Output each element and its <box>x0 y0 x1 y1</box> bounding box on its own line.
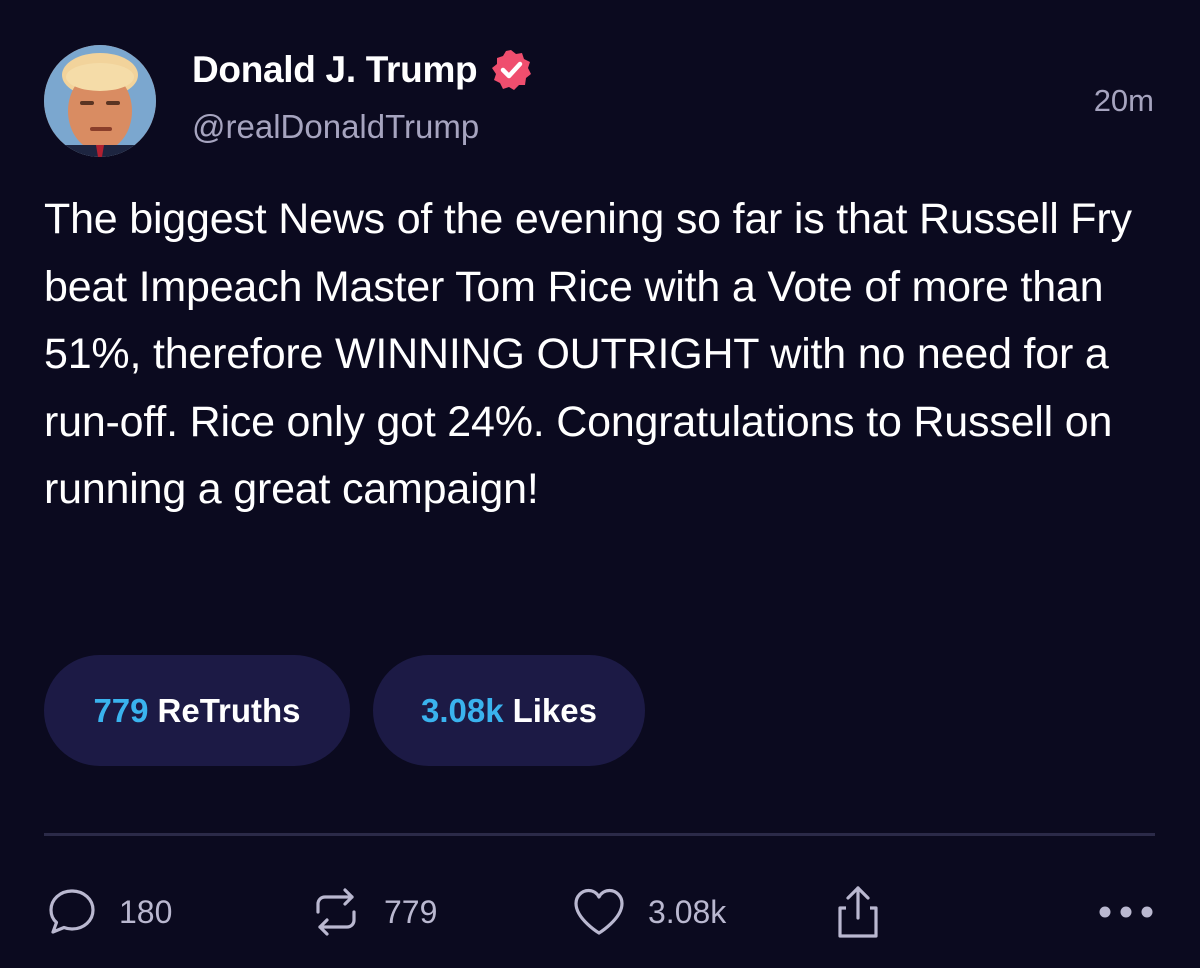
more-button[interactable] <box>1096 880 1156 944</box>
like-count: 3.08k <box>648 893 727 930</box>
retruth-icon <box>310 886 362 938</box>
retruths-count: 779 <box>93 691 149 729</box>
divider <box>44 833 1155 836</box>
reply-count: 180 <box>119 893 173 930</box>
likes-label: Likes <box>512 691 597 729</box>
retruths-stat-button[interactable]: 779 ReTruths <box>44 655 350 766</box>
display-name-text[interactable]: Donald J. Trump <box>192 49 478 91</box>
like-button[interactable]: 3.08k <box>572 880 726 944</box>
retruths-label: ReTruths <box>157 691 301 729</box>
share-icon <box>834 884 882 940</box>
verified-badge-icon <box>489 48 533 92</box>
post-text: The biggest News of the evening so far i… <box>44 195 1132 513</box>
reply-button[interactable]: 180 <box>47 880 172 944</box>
post-timestamp[interactable]: 20m <box>1094 83 1154 119</box>
heart-icon <box>572 887 626 937</box>
more-icon <box>1096 902 1156 922</box>
user-handle[interactable]: @realDonaldTrump <box>192 108 479 146</box>
likes-count: 3.08k <box>421 691 504 729</box>
share-button[interactable] <box>834 880 882 944</box>
reply-icon <box>47 887 97 937</box>
retruth-count: 779 <box>384 893 438 930</box>
retruth-button[interactable]: 779 <box>310 880 437 944</box>
avatar[interactable] <box>44 45 156 157</box>
display-name[interactable]: Donald J. Trump <box>192 48 533 92</box>
likes-stat-button[interactable]: 3.08k Likes <box>373 655 645 766</box>
avatar-image <box>44 45 156 157</box>
